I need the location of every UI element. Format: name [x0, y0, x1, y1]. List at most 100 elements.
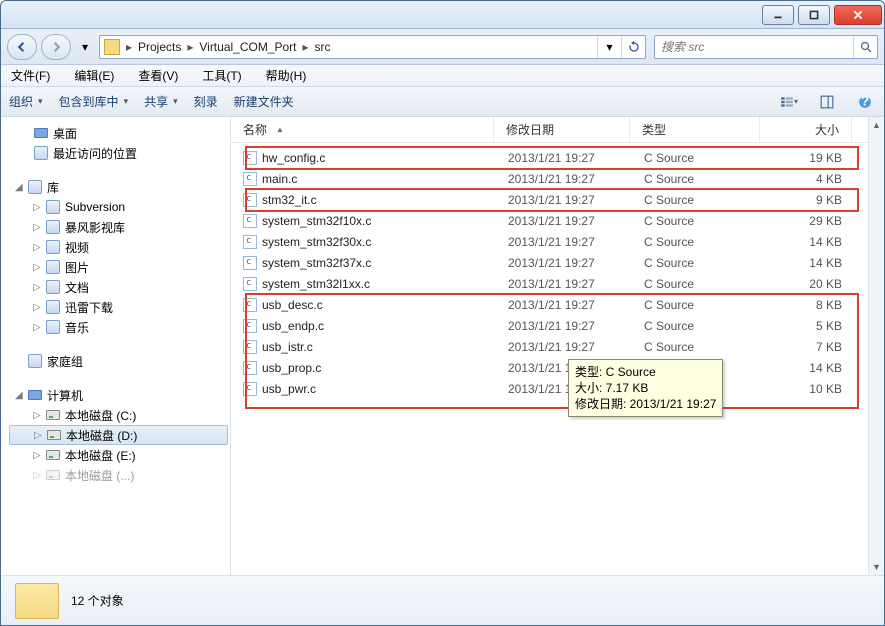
organize-button[interactable]: 组织 — [9, 93, 43, 110]
file-list[interactable]: hw_config.c2013/1/21 19:27C Source19 KBm… — [231, 143, 868, 575]
file-date: 2013/1/21 19:27 — [496, 277, 632, 291]
tree-recent[interactable]: 最近访问的位置 — [9, 143, 228, 163]
video-lib-icon — [45, 219, 61, 235]
include-library-button[interactable]: 包含到库中 — [59, 93, 129, 110]
search-input[interactable] — [655, 40, 853, 54]
file-row[interactable]: main.c2013/1/21 19:27C Source4 KB — [231, 168, 868, 189]
nav-tree[interactable]: 桌面 最近访问的位置 ◢库 ▷Subversion ▷暴风影视库 ▷视频 ▷图片… — [1, 117, 231, 575]
file-date: 2013/1/21 19:27 — [496, 340, 632, 354]
crumb-sep[interactable]: ▸ — [124, 40, 134, 54]
help-icon[interactable]: ? — [854, 91, 876, 113]
forward-button[interactable] — [41, 34, 71, 60]
file-type: C Source — [632, 340, 762, 354]
menu-tools[interactable]: 工具(T) — [196, 65, 247, 86]
menu-file[interactable]: 文件(F) — [5, 65, 56, 86]
c-file-icon — [243, 340, 257, 354]
file-name: usb_desc.c — [262, 298, 496, 312]
scroll-down-icon[interactable]: ▼ — [869, 559, 884, 575]
menu-view[interactable]: 查看(V) — [132, 65, 184, 86]
col-date[interactable]: 修改日期 — [494, 117, 630, 142]
tree-computer[interactable]: ◢计算机 — [9, 385, 228, 405]
file-row[interactable]: stm32_it.c2013/1/21 19:27C Source9 KB — [231, 189, 868, 210]
refresh-button[interactable] — [621, 36, 645, 58]
view-mode-icon[interactable]: ▾ — [778, 91, 800, 113]
file-row[interactable]: system_stm32l1xx.c2013/1/21 19:27C Sourc… — [231, 273, 868, 294]
c-file-icon — [243, 298, 257, 312]
tree-video[interactable]: ▷视频 — [9, 237, 228, 257]
col-size[interactable]: 大小 — [760, 117, 852, 142]
file-date: 2013/1/21 19:27 — [496, 151, 632, 165]
tree-drive-d[interactable]: ▷本地磁盘 (D:) — [9, 425, 228, 445]
c-file-icon — [243, 193, 257, 207]
file-pane: 名称 修改日期 类型 大小 hw_config.c2013/1/21 19:27… — [231, 117, 884, 575]
menu-help[interactable]: 帮助(H) — [260, 65, 313, 86]
tree-storm[interactable]: ▷暴风影视库 — [9, 217, 228, 237]
col-type[interactable]: 类型 — [630, 117, 760, 142]
address-dropdown[interactable]: ▾ — [597, 36, 621, 58]
search-box[interactable] — [654, 35, 878, 59]
breadcrumb-item[interactable]: Virtual_COM_Port — [195, 40, 300, 54]
crumb-sep[interactable]: ▸ — [301, 40, 311, 54]
tree-homegroup[interactable]: 家庭组 — [9, 351, 228, 371]
tree-subversion[interactable]: ▷Subversion — [9, 197, 228, 217]
music-icon — [45, 319, 61, 335]
back-button[interactable] — [7, 34, 37, 60]
tree-music[interactable]: ▷音乐 — [9, 317, 228, 337]
file-size: 10 KB — [762, 382, 842, 396]
file-size: 19 KB — [762, 151, 842, 165]
explorer-window: ▾ ▸ Projects ▸ Virtual_COM_Port ▸ src ▾ … — [0, 0, 885, 626]
svg-text:?: ? — [861, 95, 870, 109]
scrollbar[interactable]: ▲ ▼ — [868, 117, 884, 575]
tree-libs[interactable]: ◢库 — [9, 177, 228, 197]
file-row[interactable]: system_stm32f10x.c2013/1/21 19:27C Sourc… — [231, 210, 868, 231]
file-row[interactable]: system_stm32f30x.c2013/1/21 19:27C Sourc… — [231, 231, 868, 252]
c-file-icon — [243, 382, 257, 396]
file-date: 2013/1/21 19:27 — [496, 235, 632, 249]
file-row[interactable]: usb_endp.c2013/1/21 19:27C Source5 KB — [231, 315, 868, 336]
breadcrumb-item[interactable]: Projects — [134, 40, 185, 54]
burn-button[interactable]: 刻录 — [194, 93, 218, 110]
menu-edit[interactable]: 编辑(E) — [68, 65, 120, 86]
address-bar[interactable]: ▸ Projects ▸ Virtual_COM_Port ▸ src ▾ — [99, 35, 646, 59]
new-folder-button[interactable]: 新建文件夹 — [234, 93, 294, 110]
file-type: C Source — [632, 298, 762, 312]
close-button[interactable] — [834, 5, 882, 25]
navbar: ▾ ▸ Projects ▸ Virtual_COM_Port ▸ src ▾ — [1, 29, 884, 65]
drive-icon — [45, 407, 61, 423]
desktop-icon — [33, 125, 49, 141]
file-date: 2013/1/21 19:27 — [496, 256, 632, 270]
file-row[interactable]: hw_config.c2013/1/21 19:27C Source19 KB — [231, 147, 868, 168]
file-date: 2013/1/21 19:27 — [496, 193, 632, 207]
file-type: C Source — [632, 172, 762, 186]
history-dropdown[interactable]: ▾ — [75, 37, 95, 57]
c-file-icon — [243, 277, 257, 291]
minimize-button[interactable] — [762, 5, 794, 25]
file-row[interactable]: usb_prop.c2013/1/21 19:27C Source14 KB — [231, 357, 868, 378]
search-button[interactable] — [853, 36, 877, 58]
maximize-button[interactable] — [798, 5, 830, 25]
titlebar — [1, 1, 884, 29]
crumb-sep[interactable]: ▸ — [185, 40, 195, 54]
share-button[interactable]: 共享 — [144, 93, 178, 110]
tree-drive-c[interactable]: ▷本地磁盘 (C:) — [9, 405, 228, 425]
tree-drive-e[interactable]: ▷本地磁盘 (E:) — [9, 445, 228, 465]
status-text: 12 个对象 — [71, 592, 124, 609]
tree-drive-more[interactable]: ▷本地磁盘 (...) — [9, 465, 228, 485]
file-row[interactable]: usb_pwr.c2013/1/21 19:27C Source10 KB — [231, 378, 868, 399]
expand-icon[interactable]: ◢ — [15, 390, 27, 401]
tree-xunlei[interactable]: ▷迅雷下载 — [9, 297, 228, 317]
scroll-up-icon[interactable]: ▲ — [869, 117, 884, 133]
file-row[interactable]: system_stm32f37x.c2013/1/21 19:27C Sourc… — [231, 252, 868, 273]
statusbar: 12 个对象 — [1, 575, 884, 625]
file-row[interactable]: usb_desc.c2013/1/21 19:27C Source8 KB — [231, 294, 868, 315]
tree-pictures[interactable]: ▷图片 — [9, 257, 228, 277]
tree-desktop[interactable]: 桌面 — [9, 123, 228, 143]
tree-docs[interactable]: ▷文档 — [9, 277, 228, 297]
expand-icon[interactable]: ◢ — [15, 182, 27, 193]
breadcrumb-item[interactable]: src — [311, 40, 335, 54]
col-name[interactable]: 名称 — [231, 117, 494, 142]
documents-icon — [45, 279, 61, 295]
file-row[interactable]: usb_istr.c2013/1/21 19:27C Source7 KB — [231, 336, 868, 357]
preview-pane-icon[interactable] — [816, 91, 838, 113]
toolbar: 组织 包含到库中 共享 刻录 新建文件夹 ▾ ? — [1, 87, 884, 117]
